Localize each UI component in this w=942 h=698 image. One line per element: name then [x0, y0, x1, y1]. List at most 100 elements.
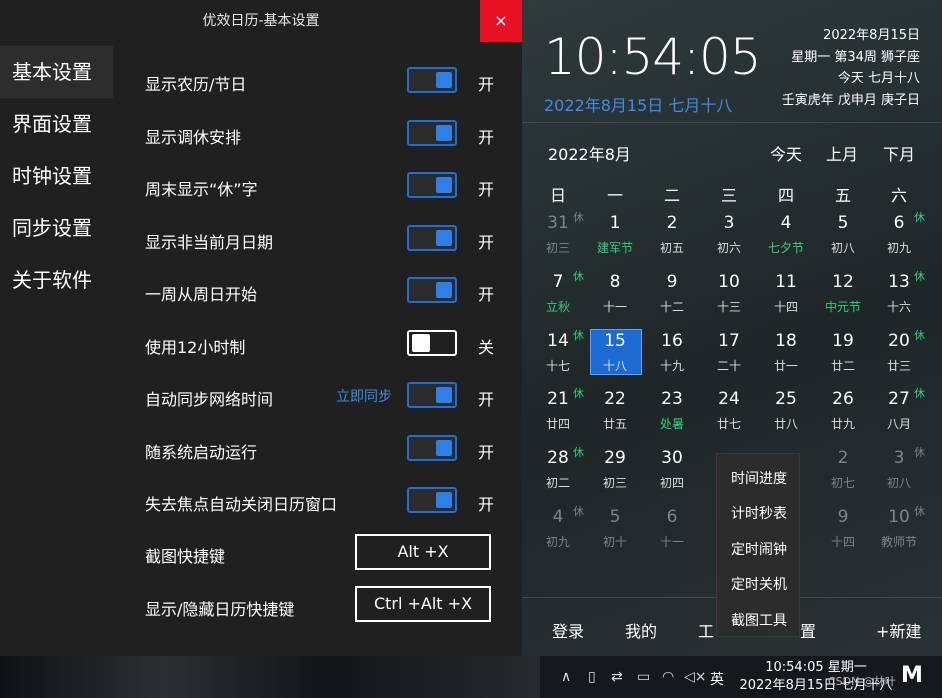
day-cell[interactable]: 24 廿七 — [701, 385, 757, 443]
day-cell[interactable]: 7 立秋休 — [530, 268, 586, 326]
today-button[interactable]: 今天 — [770, 141, 802, 165]
day-cell[interactable]: 2 初五 — [644, 209, 700, 267]
day-cell[interactable]: 27 八月休 — [871, 385, 927, 443]
menu-item-alarm[interactable]: 定时闹钟 — [717, 539, 801, 559]
day-cell[interactable]: 26 廿九 — [815, 385, 871, 443]
day-cell[interactable]: 31 初三休 — [530, 209, 586, 267]
nav-basic-settings[interactable]: 基本设置 — [0, 46, 113, 98]
day-cell[interactable]: 5 初十 — [587, 503, 643, 561]
day-cell[interactable]: 4 七夕节 — [758, 209, 814, 267]
menu-item-shutdown-timer[interactable]: 定时关机 — [717, 574, 801, 594]
setting-toggle[interactable] — [407, 120, 457, 146]
day-cell[interactable]: 6 十一 — [644, 503, 700, 561]
transfer-icon[interactable]: ⇄ — [611, 669, 623, 685]
info-today: 今天 七月十八 — [837, 71, 920, 86]
login-button[interactable]: 登录 — [552, 618, 584, 642]
lunar-label: 初五 — [659, 241, 684, 255]
ime-indicator[interactable]: 英 — [710, 669, 724, 689]
show-hidden-icons-icon[interactable]: ∧ — [561, 669, 571, 685]
day-cell[interactable]: 18 廿一 — [758, 327, 814, 385]
wifi-icon[interactable]: ◠ — [662, 669, 674, 685]
day-cell[interactable]: 22 廿五 — [587, 385, 643, 443]
day-cell[interactable]: 12 中元节 — [815, 268, 871, 326]
toggle-calendar-shortcut-button[interactable]: Ctrl +Alt +X — [355, 586, 491, 622]
setting-toggle[interactable] — [407, 172, 457, 198]
close-button[interactable]: × — [480, 0, 522, 42]
day-number: 18 — [775, 331, 797, 351]
day-cell[interactable]: 19 廿二 — [815, 327, 871, 385]
holiday-mark: 休 — [573, 211, 584, 224]
setting-state: 开 — [478, 75, 495, 94]
day-cell[interactable]: 8 十一 — [587, 268, 643, 326]
nav-sync-settings[interactable]: 同步设置 — [0, 202, 113, 254]
weekday-header: 四 — [777, 186, 794, 205]
day-cell-today[interactable]: 15 十八 — [587, 327, 643, 385]
lunar-label: 十七 — [545, 359, 570, 373]
setting-toggle[interactable] — [407, 487, 457, 513]
day-cell[interactable]: 10 十三 — [701, 268, 757, 326]
setting-toggle[interactable] — [407, 225, 457, 251]
setting-toggle[interactable] — [407, 277, 457, 303]
volume-muted-icon[interactable]: ◁× — [684, 669, 707, 685]
day-number: 24 — [718, 389, 740, 409]
setting-toggle[interactable] — [407, 67, 457, 93]
prev-month-button[interactable]: 上月 — [826, 141, 858, 165]
nav-about[interactable]: 关于软件 — [0, 254, 113, 306]
weekday-header: 日 — [549, 186, 566, 205]
day-cell[interactable]: 17 二十 — [701, 327, 757, 385]
menu-item-stopwatch[interactable]: 计时秒表 — [717, 503, 801, 523]
toggle-knob — [436, 230, 452, 246]
settings-button[interactable]: 置 — [800, 618, 816, 642]
day-cell[interactable]: 6 初九休 — [871, 209, 927, 267]
day-cell[interactable]: 11 十四 — [758, 268, 814, 326]
battery-icon[interactable]: ▭ — [637, 669, 650, 685]
day-cell[interactable]: 29 初三 — [587, 444, 643, 502]
day-cell[interactable]: 20 廿三休 — [871, 327, 927, 385]
day-cell[interactable]: 14 十七休 — [530, 327, 586, 385]
day-number: 8 — [609, 272, 621, 292]
day-cell[interactable]: 9 十二 — [644, 268, 700, 326]
day-cell[interactable]: 21 廿四休 — [530, 385, 586, 443]
day-cell[interactable]: 10 教师节休 — [871, 503, 927, 561]
holiday-mark: 休 — [914, 446, 925, 459]
sync-now-link[interactable]: 立即同步 — [336, 386, 392, 406]
mine-button[interactable]: 我的 — [625, 618, 657, 642]
day-cell[interactable]: 13 十六休 — [871, 268, 927, 326]
day-cell[interactable]: 3 初八休 — [871, 444, 927, 502]
setting-toggle[interactable] — [407, 435, 457, 461]
screenshot-shortcut-button[interactable]: Alt +X — [355, 534, 491, 570]
day-cell[interactable]: 28 初二休 — [530, 444, 586, 502]
setting-toggle[interactable] — [407, 330, 457, 356]
toggle-knob — [412, 334, 430, 352]
clock-time: 10:54:05 — [544, 28, 762, 86]
day-cell[interactable]: 2 初七 — [815, 444, 871, 502]
day-cell[interactable]: 5 初八 — [815, 209, 871, 267]
day-cell[interactable]: 9 十四 — [815, 503, 871, 561]
menu-item-screenshot-tool[interactable]: 截图工具 — [717, 610, 801, 630]
new-button[interactable]: +新建 — [876, 618, 921, 642]
menu-item-time-progress[interactable]: 时间进度 — [717, 468, 801, 488]
day-cell[interactable]: 23 处暑 — [644, 385, 700, 443]
setting-toggle[interactable] — [407, 382, 457, 408]
day-cell[interactable]: 1 建军节 — [587, 209, 643, 267]
setting-label: 随系统启动运行 — [145, 443, 258, 462]
holiday-mark: 休 — [914, 329, 925, 342]
tools-button[interactable]: 工 — [698, 618, 714, 642]
day-number: 19 — [832, 331, 854, 351]
usb-icon[interactable]: ▯ — [588, 669, 596, 685]
day-cell[interactable]: 25 廿八 — [758, 385, 814, 443]
nav-ui-settings[interactable]: 界面设置 — [0, 98, 113, 150]
day-cell[interactable]: 30 初四 — [644, 444, 700, 502]
app-logo-icon[interactable]: M — [898, 662, 926, 690]
lunar-label: 七夕节 — [767, 241, 804, 255]
nav-clock-settings[interactable]: 时钟设置 — [0, 150, 113, 202]
lunar-label: 初七 — [830, 476, 855, 490]
weekday-header: 三 — [720, 186, 737, 205]
day-cell[interactable]: 3 初六 — [701, 209, 757, 267]
day-cell[interactable]: 4 初九休 — [530, 503, 586, 561]
day-cell[interactable]: 16 十九 — [644, 327, 700, 385]
setting-state: 开 — [478, 390, 495, 409]
setting-label: 显示非当前月日期 — [145, 233, 274, 252]
next-month-button[interactable]: 下月 — [883, 141, 915, 165]
day-number: 5 — [837, 213, 849, 233]
